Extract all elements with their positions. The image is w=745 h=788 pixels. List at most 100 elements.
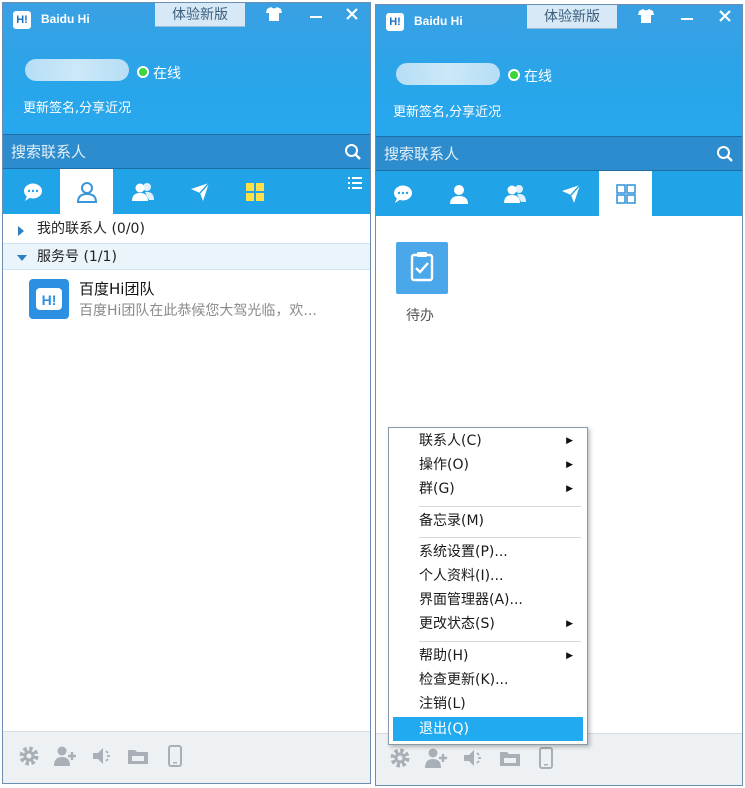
search-input[interactable] bbox=[11, 135, 336, 168]
main-context-menu: 联系人(C) ▶ 操作(O) ▶ 群(G) ▶ 备忘录(M) 系统设置(P)..… bbox=[388, 427, 588, 745]
user-nickname-blurred[interactable] bbox=[396, 63, 500, 85]
menu-item-label: 退出(Q) bbox=[419, 721, 469, 737]
close-icon[interactable] bbox=[712, 7, 738, 29]
group-my-contacts[interactable]: 我的联系人 (0/0) bbox=[3, 216, 370, 243]
menu-item-check-update[interactable]: 检查更新(K)... bbox=[393, 668, 583, 692]
sound-mute-icon[interactable] bbox=[462, 746, 486, 770]
app-name: Baidu Hi bbox=[41, 12, 90, 26]
try-new-version-button[interactable]: 体验新版 bbox=[527, 5, 617, 29]
chat-bubble-icon bbox=[23, 183, 42, 201]
online-status-icon[interactable] bbox=[137, 66, 149, 78]
baidu-hi-team-avatar: H! bbox=[29, 279, 69, 319]
folder-icon[interactable] bbox=[498, 746, 522, 770]
menu-item-label: 更改状态(S) bbox=[419, 616, 495, 632]
svg-text:H!: H! bbox=[42, 292, 57, 308]
list-view-icon[interactable] bbox=[348, 177, 362, 189]
submenu-arrow-icon: ▶ bbox=[566, 484, 573, 494]
tab-apps[interactable] bbox=[228, 169, 281, 214]
settings-gear-icon[interactable] bbox=[17, 744, 41, 768]
group-people-icon bbox=[131, 182, 154, 201]
tab-send[interactable] bbox=[173, 169, 226, 214]
sound-mute-icon[interactable] bbox=[91, 744, 115, 768]
menu-item-profile[interactable]: 个人资料(I)... bbox=[393, 564, 583, 588]
try-new-version-button[interactable]: 体验新版 bbox=[155, 3, 245, 27]
settings-gear-icon[interactable] bbox=[388, 746, 412, 770]
skin-shirt-icon[interactable] bbox=[633, 7, 659, 29]
submenu-arrow-icon: ▶ bbox=[566, 460, 573, 470]
tab-recent-chats[interactable] bbox=[376, 171, 429, 216]
signature-text[interactable]: 更新签名,分享近况 bbox=[393, 101, 501, 120]
menu-item-ui-manager[interactable]: 界面管理器(A)... bbox=[393, 588, 583, 612]
search-icon[interactable] bbox=[716, 145, 734, 163]
search-icon[interactable] bbox=[344, 143, 362, 161]
menu-separator bbox=[419, 506, 581, 507]
todo-app-label[interactable]: 待办 bbox=[406, 305, 434, 325]
app-logo: H! bbox=[386, 13, 404, 31]
menu-item-label: 个人资料(I)... bbox=[419, 568, 504, 584]
bottom-toolbar bbox=[3, 731, 370, 783]
minimize-icon[interactable] bbox=[674, 7, 700, 29]
menu-item-label: 系统设置(P)... bbox=[419, 544, 508, 560]
menu-item-label: 群(G) bbox=[419, 481, 455, 497]
chat-bubble-icon bbox=[393, 185, 412, 203]
minimize-icon[interactable] bbox=[303, 5, 329, 27]
mobile-phone-icon[interactable] bbox=[534, 746, 558, 770]
add-contact-icon[interactable] bbox=[53, 744, 77, 768]
menu-item-change-status[interactable]: 更改状态(S) ▶ bbox=[393, 612, 583, 636]
tab-apps[interactable] bbox=[599, 171, 652, 216]
apps-grid-icon bbox=[615, 183, 636, 204]
menu-item-operations[interactable]: 操作(O) ▶ bbox=[393, 453, 583, 477]
status-text[interactable]: 在线 bbox=[524, 66, 552, 86]
todo-checklist-icon bbox=[410, 252, 434, 282]
menu-separator bbox=[419, 537, 581, 538]
menu-item-label: 检查更新(K)... bbox=[419, 672, 509, 688]
tab-groups[interactable] bbox=[116, 169, 169, 214]
skin-shirt-icon[interactable] bbox=[261, 5, 287, 27]
menu-item-label: 帮助(H) bbox=[419, 648, 469, 664]
user-nickname-blurred[interactable] bbox=[25, 59, 129, 81]
group-label: 服务号 (1/1) bbox=[37, 249, 117, 265]
group-service-accounts[interactable]: 服务号 (1/1) bbox=[3, 243, 370, 270]
search-input[interactable] bbox=[384, 137, 708, 170]
send-arrow-icon bbox=[561, 184, 581, 203]
todo-app-tile[interactable] bbox=[396, 242, 448, 294]
search-bar bbox=[3, 134, 370, 169]
group-label: 我的联系人 (0/0) bbox=[37, 221, 145, 237]
status-text[interactable]: 在线 bbox=[153, 63, 181, 83]
menu-item-contacts[interactable]: 联系人(C) ▶ bbox=[393, 429, 583, 453]
tab-groups[interactable] bbox=[488, 171, 541, 216]
menu-item-groups[interactable]: 群(G) ▶ bbox=[393, 477, 583, 501]
tab-send[interactable] bbox=[544, 171, 597, 216]
menu-item-memo[interactable]: 备忘录(M) bbox=[393, 509, 583, 533]
folder-icon[interactable] bbox=[126, 744, 150, 768]
menu-item-label: 界面管理器(A)... bbox=[419, 592, 523, 608]
signature-text[interactable]: 更新签名,分享近况 bbox=[23, 97, 131, 116]
tab-contacts[interactable] bbox=[432, 171, 485, 216]
contact-item[interactable]: H! 百度Hi团队 百度Hi团队在此恭候您大驾光临，欢... bbox=[3, 273, 370, 323]
window-header: H! Baidu Hi 体验新版 在线 更新签名,分享近况 bbox=[3, 3, 370, 134]
menu-item-help[interactable]: 帮助(H) ▶ bbox=[393, 644, 583, 668]
contact-person-icon bbox=[76, 181, 97, 203]
mobile-phone-icon[interactable] bbox=[163, 744, 187, 768]
add-contact-icon[interactable] bbox=[424, 746, 448, 770]
contact-name: 百度Hi团队 bbox=[79, 280, 155, 298]
menu-item-label: 注销(L) bbox=[419, 696, 466, 712]
contact-person-icon bbox=[449, 184, 468, 204]
menu-separator bbox=[419, 641, 581, 642]
main-tabs bbox=[3, 169, 370, 214]
search-bar bbox=[376, 136, 742, 171]
tab-recent-chats[interactable] bbox=[6, 169, 59, 214]
window-header: H! Baidu Hi 体验新版 在线 更新签名,分享近况 bbox=[376, 5, 742, 136]
menu-item-logout[interactable]: 注销(L) bbox=[393, 692, 583, 716]
menu-item-system-settings[interactable]: 系统设置(P)... bbox=[393, 540, 583, 564]
close-icon[interactable] bbox=[339, 5, 365, 27]
contact-last-message: 百度Hi团队在此恭候您大驾光临，欢... bbox=[79, 303, 317, 319]
main-tabs bbox=[376, 171, 742, 216]
menu-item-label: 备忘录(M) bbox=[419, 513, 485, 529]
menu-item-exit[interactable]: 退出(Q) bbox=[393, 717, 583, 741]
online-status-icon[interactable] bbox=[508, 69, 520, 81]
submenu-arrow-icon: ▶ bbox=[566, 436, 573, 446]
tab-contacts[interactable] bbox=[60, 169, 113, 214]
app-logo: H! bbox=[13, 11, 31, 29]
main-window-contacts: H! Baidu Hi 体验新版 在线 更新签名,分享近况 搜索联系人 我的联系… bbox=[2, 2, 371, 784]
